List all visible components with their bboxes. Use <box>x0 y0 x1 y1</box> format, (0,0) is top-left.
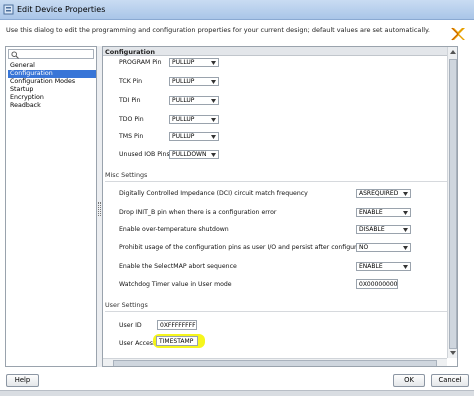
dci-match-frequency-select[interactable]: ASREQUIRED <box>356 189 411 198</box>
dropdown-arrow-icon <box>403 228 408 232</box>
scroll-up-icon[interactable] <box>449 48 457 56</box>
tdo-pin-select[interactable]: PULLUP <box>169 115 219 124</box>
select-value: DISABLE <box>359 226 385 233</box>
nav-item-startup[interactable]: Startup <box>8 86 96 94</box>
dropdown-arrow-icon <box>211 118 216 122</box>
nav-item-configuration[interactable]: Configuration <box>8 70 96 78</box>
nav-item-general[interactable]: General <box>8 62 96 70</box>
pin-label: TMS Pin <box>119 133 144 140</box>
select-value: ASREQUIRED <box>359 190 399 197</box>
description-text: Use this dialog to edit the programming … <box>6 26 430 34</box>
dropdown-arrow-icon <box>403 265 408 269</box>
persist-select[interactable]: NO <box>356 243 411 252</box>
taskbar-strip <box>0 390 474 396</box>
select-value: PULLUP <box>172 59 195 66</box>
setting-label: Prohibit usage of the configuration pins… <box>119 244 373 251</box>
watchdog-timer-input[interactable]: 0X00000000 <box>356 279 398 289</box>
dropdown-arrow-icon <box>403 192 408 196</box>
scroll-down-icon[interactable] <box>449 349 457 357</box>
ok-button[interactable]: OK <box>393 374 425 387</box>
tms-pin-select[interactable]: PULLUP <box>169 132 219 141</box>
dropdown-arrow-icon <box>211 99 216 103</box>
drop-init-b-select[interactable]: ENABLE <box>356 208 411 217</box>
input-value: 0X00000000 <box>359 281 398 288</box>
nav-item-encryption[interactable]: Encryption <box>8 94 96 102</box>
dropdown-arrow-icon <box>403 246 408 250</box>
tdi-pin-select[interactable]: PULLUP <box>169 96 219 105</box>
tck-pin-select[interactable]: PULLUP <box>169 77 219 86</box>
panel-header: Configuration <box>103 47 447 56</box>
select-value: PULLUP <box>172 97 195 104</box>
user-access-label: User Access <box>119 340 157 347</box>
select-value: PULLUP <box>172 116 195 123</box>
select-value: PULLUP <box>172 133 195 140</box>
category-search-input[interactable] <box>8 49 94 59</box>
dropdown-arrow-icon <box>403 211 408 215</box>
description-bar: Use this dialog to edit the programming … <box>0 20 474 46</box>
select-value: PULLDOWN <box>172 151 207 158</box>
nav-item-configuration-modes[interactable]: Configuration Modes <box>8 78 96 86</box>
setting-label: Drop INIT_B pin when there is a configur… <box>119 209 277 216</box>
help-button[interactable]: Help <box>6 374 39 387</box>
splitter-grip-icon <box>98 202 101 216</box>
setting-label: Enable the SelectMAP abort sequence <box>119 263 237 270</box>
pin-label: TDO Pin <box>119 116 144 123</box>
program-pin-select[interactable]: PULLUP <box>169 58 219 67</box>
user-id-input[interactable]: 0XFFFFFFFF <box>157 320 197 330</box>
select-value: ENABLE <box>359 209 383 216</box>
input-value: TIMESTAMP <box>159 338 194 345</box>
unused-iob-pins-select[interactable]: PULLDOWN <box>169 150 219 159</box>
horizontal-scroll-thumb[interactable] <box>113 360 437 366</box>
device-properties-icon <box>3 4 14 15</box>
select-value: ENABLE <box>359 263 383 270</box>
setting-label: Watchdog Timer value in User mode <box>119 281 232 288</box>
pin-label: PROGRAM Pin <box>119 59 162 66</box>
user-id-label: User ID <box>119 322 142 329</box>
panel-header-title: Configuration <box>105 48 155 56</box>
setting-label: Digitally Controlled Impedance (DCI) cir… <box>119 190 308 197</box>
title-bar: Edit Device Properties <box>0 0 474 20</box>
horizontal-scrollbar[interactable] <box>103 358 447 366</box>
pin-label: TCK Pin <box>119 78 142 85</box>
vertical-scrollbar[interactable] <box>447 47 457 358</box>
input-value: 0XFFFFFFFF <box>160 322 196 329</box>
pin-label: TDI Pin <box>119 97 141 104</box>
window-title: Edit Device Properties <box>17 5 106 14</box>
vertical-scroll-thumb[interactable] <box>449 59 457 349</box>
misc-settings-heading: Misc Settings <box>105 171 449 182</box>
search-icon <box>11 51 19 59</box>
dropdown-arrow-icon <box>211 135 216 139</box>
xilinx-logo-icon <box>451 27 465 41</box>
setting-label: Enable over-temperature shutdown <box>119 226 229 233</box>
properties-panel: Configuration PROGRAM Pin PULLUP TCK Pin… <box>102 46 458 367</box>
select-value: PULLUP <box>172 78 195 85</box>
dropdown-arrow-icon <box>211 153 216 157</box>
nav-item-readback[interactable]: Readback <box>8 102 96 110</box>
selectmap-abort-select[interactable]: ENABLE <box>356 262 411 271</box>
dropdown-arrow-icon <box>211 61 216 65</box>
category-panel: General Configuration Configuration Mode… <box>5 46 97 367</box>
over-temp-shutdown-select[interactable]: DISABLE <box>356 225 411 234</box>
category-list: General Configuration Configuration Mode… <box>8 62 96 110</box>
dropdown-arrow-icon <box>211 80 216 84</box>
pin-label: Unused IOB Pins <box>119 151 170 158</box>
user-access-input[interactable]: TIMESTAMP <box>156 336 198 346</box>
select-value: NO <box>359 244 369 251</box>
user-settings-heading: User Settings <box>105 301 449 312</box>
cancel-button[interactable]: Cancel <box>431 374 469 387</box>
